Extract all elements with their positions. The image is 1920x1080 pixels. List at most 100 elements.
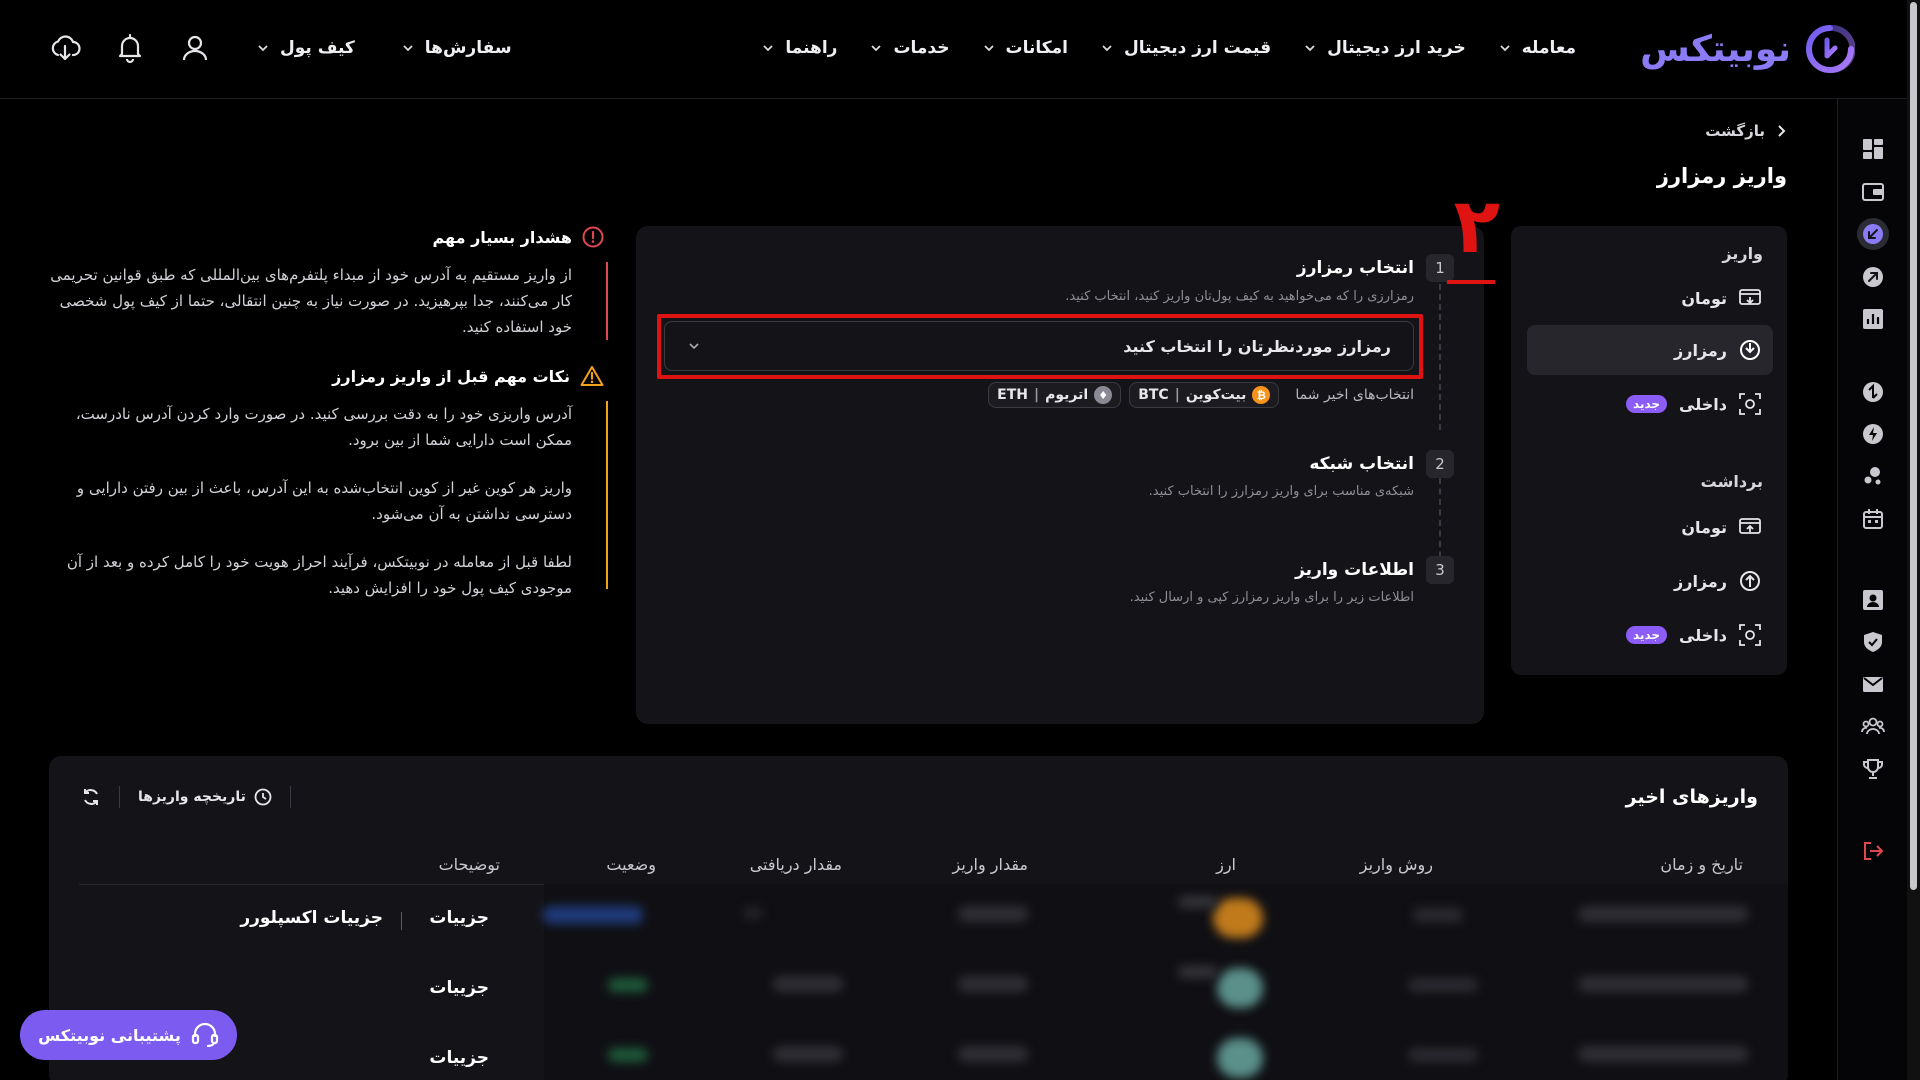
- rail-deposit[interactable]: [1857, 218, 1889, 250]
- row-details-link[interactable]: جزییات: [429, 908, 489, 928]
- crypto-select[interactable]: رمزارز موردنظرتان را انتخاب کنید: [664, 321, 1414, 371]
- bitcoin-icon: ₿: [1252, 386, 1271, 404]
- profile-button[interactable]: [175, 28, 215, 68]
- nav-label: امکانات: [1005, 38, 1068, 58]
- rail-staking[interactable]: [1857, 460, 1889, 492]
- note-item: آدرس واریزی خود را به دقت بررسی کنید. در…: [75, 405, 572, 449]
- rail-wallet[interactable]: [1857, 176, 1889, 208]
- page-scrollbar[interactable]: [1907, 0, 1920, 1080]
- lightning-icon: [1863, 424, 1883, 444]
- step-title: اطلاعات واریز: [1295, 560, 1414, 580]
- nav-crypto-price[interactable]: قیمت ارز دیجیتال: [1084, 30, 1287, 66]
- col-header-description: توضیحات: [438, 855, 500, 874]
- withdraw-crypto-item[interactable]: رمزارز: [1527, 556, 1773, 606]
- orders-menu[interactable]: سفارش‌ها: [385, 30, 528, 66]
- upload-icon: [1740, 571, 1760, 591]
- blurred-cell: [1578, 1046, 1748, 1062]
- rail-reports[interactable]: [1857, 303, 1889, 335]
- recent-deposits-title: واریزهای اخیر: [1625, 786, 1758, 808]
- withdraw-arrow-icon: [1863, 267, 1883, 287]
- wallet-menu-label: کیف پول: [280, 38, 355, 58]
- recent-chip-eth[interactable]: ♦ اتریوم | ETH: [988, 382, 1122, 408]
- blurred-status: [608, 978, 648, 992]
- rail-messages[interactable]: [1857, 668, 1889, 700]
- deposit-history-button[interactable]: تاریخچه واریزها: [138, 788, 272, 806]
- orders-menu-label: سفارش‌ها: [424, 38, 512, 58]
- nobitex-logo-icon: [1806, 25, 1855, 74]
- headset-icon: [191, 1022, 218, 1047]
- rail-calendar[interactable]: [1857, 503, 1889, 535]
- withdraw-internal-item[interactable]: داخلی جدید: [1527, 610, 1773, 660]
- rail-withdraw[interactable]: [1857, 261, 1889, 293]
- user-icon: [182, 35, 208, 61]
- nav-trade[interactable]: معامله: [1482, 30, 1592, 66]
- refresh-icon[interactable]: [81, 787, 101, 807]
- download-app-button[interactable]: [45, 28, 85, 68]
- warning-accent-bar: [606, 401, 608, 589]
- deposit-toman-item[interactable]: تومان: [1527, 273, 1773, 323]
- blurred-status: [608, 1048, 648, 1062]
- menu-label: داخلی: [1679, 625, 1727, 645]
- nav-label: خرید ارز دیجیتال: [1327, 38, 1466, 58]
- tool-divider: [119, 786, 120, 808]
- support-button[interactable]: پشتیبانی نوبیتکس: [20, 1010, 237, 1060]
- nav-help[interactable]: راهنما: [745, 30, 853, 66]
- rail-convert[interactable]: [1857, 376, 1889, 408]
- blurred-cell: [1578, 976, 1748, 992]
- rail-rewards[interactable]: [1857, 753, 1889, 785]
- brand-logo[interactable]: نوبیتکس: [1640, 24, 1855, 74]
- rail-security[interactable]: [1857, 626, 1889, 658]
- rail-flash[interactable]: [1857, 418, 1889, 450]
- warning-triangle-icon: [580, 366, 604, 386]
- wallet-icon: [1862, 183, 1884, 201]
- card-icon: [1739, 289, 1761, 305]
- critical-warning-body: از واریز مستقیم به آدرس خود از مبداء پلت…: [48, 262, 608, 340]
- step-description: رمزارزی را که می‌خواهید به کیف پول‌تان و…: [1065, 289, 1414, 304]
- rail-referral[interactable]: [1857, 710, 1889, 742]
- recent-chip-btc[interactable]: ₿ بیت‌کوین | BTC: [1129, 382, 1280, 408]
- rail-account[interactable]: [1857, 584, 1889, 616]
- menu-label: رمزارز: [1674, 571, 1727, 591]
- withdraw-toman-item[interactable]: تومان: [1527, 502, 1773, 552]
- swap-icon: [1863, 382, 1883, 402]
- nav-features[interactable]: امکانات: [966, 30, 1084, 66]
- important-notes-body: آدرس واریزی خود را به دقت بررسی کنید. در…: [48, 401, 608, 601]
- chip-sep: |: [1174, 387, 1180, 403]
- nav-buy-crypto[interactable]: خرید ارز دیجیتال: [1287, 30, 1482, 66]
- row-details-link[interactable]: جزییات: [429, 978, 489, 998]
- chip-symbol: ETH: [997, 387, 1029, 403]
- annotation-underline: [1447, 280, 1495, 284]
- chip-sep: |: [1034, 387, 1040, 403]
- notifications-button[interactable]: [110, 28, 150, 68]
- nav-label: راهنما: [785, 38, 838, 58]
- blurred-cell: [773, 1046, 843, 1062]
- recent-selections: انتخاب‌های اخیر شما ₿ بیت‌کوین | BTC ♦ ا…: [988, 382, 1414, 408]
- step-number: 3: [1426, 556, 1454, 584]
- blurred-cell: [1178, 966, 1218, 978]
- nav-services[interactable]: خدمات: [853, 30, 965, 66]
- blurred-cell: [1578, 906, 1748, 922]
- side-rail: [1837, 99, 1907, 1080]
- wallet-menu[interactable]: کیف پول: [240, 30, 371, 66]
- blurred-cell: [1408, 978, 1478, 992]
- group-icon: [1861, 717, 1885, 735]
- blurred-coin: [1217, 968, 1263, 1008]
- deposit-section-title: واریز: [1722, 244, 1763, 263]
- menu-label: تومان: [1681, 288, 1727, 308]
- nav-label: خدمات: [893, 38, 950, 58]
- rail-logout[interactable]: [1857, 835, 1889, 867]
- logout-icon: [1864, 842, 1884, 860]
- chevron-right-icon: [1778, 125, 1786, 137]
- deposit-internal-item[interactable]: داخلی جدید: [1527, 379, 1773, 429]
- row-explorer-link[interactable]: جزییات اکسپلورر: [240, 908, 383, 928]
- back-link[interactable]: بازگشت: [1705, 122, 1787, 140]
- history-label: تاریخچه واریزها: [138, 789, 246, 805]
- grid-icon: [1863, 139, 1883, 159]
- deposit-crypto-item[interactable]: رمزارز: [1527, 325, 1773, 375]
- chevron-down-icon: [258, 45, 268, 52]
- chevron-down-icon: [1500, 45, 1510, 52]
- rail-dashboard[interactable]: [1857, 133, 1889, 165]
- row-details-link[interactable]: جزییات: [429, 1048, 489, 1068]
- scrollbar-thumb[interactable]: [1910, 2, 1917, 890]
- blurred-table-rows: [543, 884, 1788, 1080]
